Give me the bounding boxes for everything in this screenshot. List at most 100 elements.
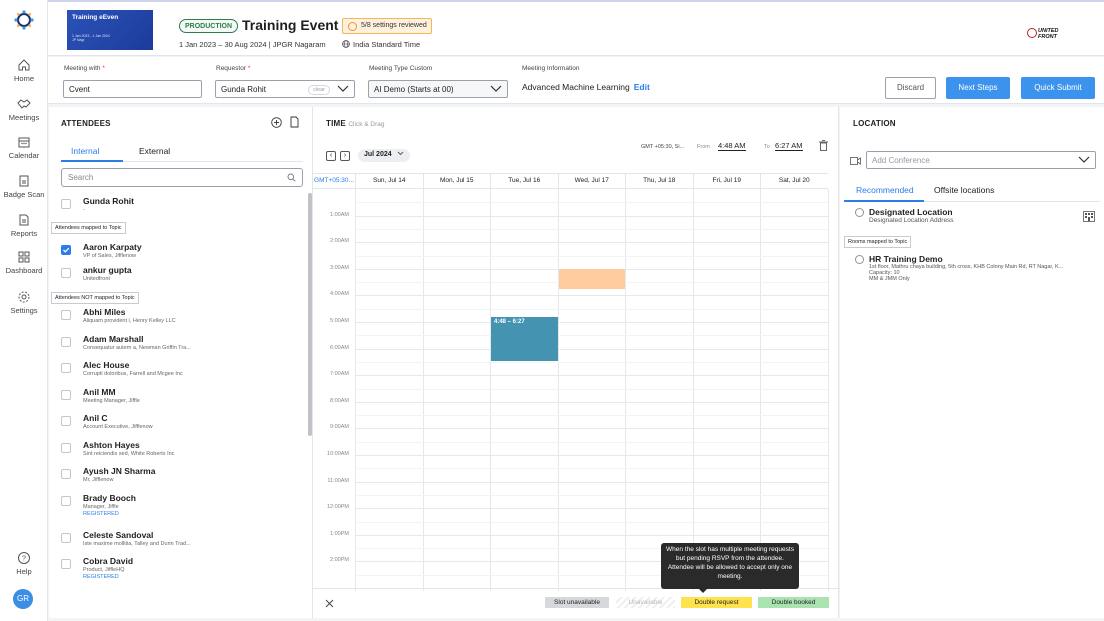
attendee-search-placeholder: Search: [68, 173, 94, 182]
location-item-hr-training[interactable]: HR Training Demo 1st floor, Mathru chaya…: [869, 254, 1097, 282]
add-attendee-icon[interactable]: [271, 117, 282, 128]
meeting-with-field[interactable]: Cvent: [63, 80, 202, 98]
attendee-subtitle: -: [83, 207, 85, 213]
trash-icon[interactable]: [819, 140, 828, 151]
attendee-item[interactable]: Alec House Corrupti doloribus, Farrell an…: [83, 360, 183, 377]
attendee-checkbox[interactable]: [61, 337, 71, 347]
attendee-checkbox[interactable]: [61, 559, 71, 569]
attendee-item[interactable]: Ashton Hayes Sint reiciendis sed, White R…: [83, 440, 174, 457]
attendee-search-input[interactable]: Search: [61, 168, 303, 187]
event-timezone: India Standard Time: [342, 40, 420, 49]
tab-internal[interactable]: Internal: [71, 146, 99, 156]
attendee-subtitle: Unitedfront: [83, 276, 110, 282]
attendee-item[interactable]: Anil MM Meeting Manager, Jiffle: [83, 387, 140, 404]
attendees-mapped-tag: Attendees mapped to Topic: [51, 222, 126, 234]
nav-settings[interactable]: Settings: [0, 290, 48, 315]
nav-calendar[interactable]: Calendar: [0, 135, 48, 160]
nav-reports[interactable]: Reports: [0, 213, 48, 238]
nav-home[interactable]: Home: [0, 58, 48, 83]
attendee-item[interactable]: Cobra David Product, JiffleHQ REGISTERED: [83, 556, 133, 580]
next-steps-button[interactable]: Next Steps: [946, 77, 1010, 99]
nav-dashboard[interactable]: Dashboard: [0, 250, 48, 275]
hour-line: [355, 242, 828, 244]
hour-line: [355, 508, 828, 510]
location-radio-hr-training[interactable]: [855, 255, 864, 264]
attendee-checkbox[interactable]: [61, 469, 71, 479]
chevron-down-icon: [397, 151, 403, 156]
attendee-item[interactable]: Ayush JN Sharma Mr, Jifflenow: [83, 466, 155, 483]
hour-label: 11:00AM: [327, 477, 349, 484]
hour-label: 1:00AM: [330, 211, 349, 218]
attendee-name: Brady Booch: [83, 493, 136, 503]
next-week-button[interactable]: ›: [340, 151, 350, 161]
day-column-divider: [557, 189, 559, 591]
day-header: Mon, Jul 15: [422, 173, 490, 189]
attendee-checkbox[interactable]: [61, 390, 71, 400]
from-time-input[interactable]: 4:48 AM: [718, 141, 746, 151]
discard-button[interactable]: Discard: [885, 77, 936, 99]
tab-external[interactable]: External: [139, 146, 170, 156]
chevron-down-icon: [490, 85, 502, 92]
nav-meetings[interactable]: Meetings: [0, 97, 48, 122]
from-label: From: [697, 144, 710, 150]
attendee-checkbox[interactable]: [61, 533, 71, 543]
attendee-name: Alec House: [83, 360, 130, 370]
avatar[interactable]: GR: [13, 589, 33, 609]
attendee-item[interactable]: ankur gupta Unitedfront: [83, 265, 132, 282]
nav-help[interactable]: ? Help: [0, 551, 48, 576]
close-icon[interactable]: [325, 599, 334, 608]
attendee-checkbox[interactable]: [61, 496, 71, 506]
requestor-label: Requestor *: [216, 65, 251, 72]
prev-week-button[interactable]: ‹: [326, 151, 336, 161]
hour-line: [355, 455, 828, 456]
attendee-name: Abhi Miles: [83, 307, 126, 317]
location-item-designated[interactable]: Designated Location Designated Location …: [869, 207, 954, 224]
attendee-item[interactable]: Anil C Account Executive, Jifflenow: [83, 413, 153, 430]
nav-badge-scan[interactable]: Badge Scan: [0, 174, 48, 199]
location-tab-indicator: [844, 200, 924, 202]
tab-recommended[interactable]: Recommended: [856, 185, 914, 195]
attendee-checkbox[interactable]: [61, 310, 71, 320]
edit-meeting-info-link[interactable]: Edit: [634, 82, 650, 92]
document-icon[interactable]: [290, 116, 299, 128]
meeting-type-select[interactable]: AI Demo (Starts at 00): [368, 80, 508, 98]
attendee-checkbox[interactable]: [61, 416, 71, 426]
handshake-icon: [17, 99, 31, 109]
hour-line: [355, 375, 828, 377]
gear-icon: [18, 291, 30, 303]
legend-unavailable: Unavailable: [616, 597, 675, 608]
clear-requestor-button[interactable]: clear: [308, 85, 330, 95]
settings-review-text: 5/8 settings reviewed: [361, 22, 427, 29]
attendee-item[interactable]: Aaron Karpaty VP of Sales, Jifflenow: [83, 242, 142, 259]
home-icon: [18, 59, 30, 71]
add-conference-select[interactable]: Add Conference: [866, 151, 1096, 169]
hour-label: 7:00AM: [330, 371, 349, 378]
attendee-name: Anil C: [83, 413, 108, 423]
attendee-checkbox[interactable]: [61, 245, 71, 255]
settings-review-badge[interactable]: 5/8 settings reviewed: [342, 18, 432, 34]
tab-offsite-locations[interactable]: Offsite locations: [934, 185, 994, 195]
requestor-select[interactable]: Gunda Rohit clear: [215, 80, 355, 98]
attendee-item[interactable]: Gunda Rohit -: [83, 196, 134, 213]
location-panel: LOCATION Add Conference Recommended Offs…: [840, 107, 1104, 618]
month-selector[interactable]: Jul 2024: [358, 149, 410, 162]
half-hour-line: [355, 335, 828, 337]
quick-submit-button[interactable]: Quick Submit: [1021, 77, 1095, 99]
to-time-input[interactable]: 6:27 AM: [775, 141, 803, 151]
attendee-checkbox[interactable]: [61, 268, 71, 278]
attendee-item[interactable]: Celeste Sandoval Iste maxime mollitia, Ta…: [83, 530, 191, 547]
attendee-item[interactable]: Brady Booch Manager, Jiffle REGISTERED: [83, 493, 136, 517]
app-logo-icon[interactable]: [14, 10, 34, 30]
building-icon[interactable]: [1083, 211, 1095, 222]
help-icon: ?: [18, 552, 30, 564]
blocked-slot[interactable]: [558, 268, 625, 289]
day-column-divider: [827, 189, 829, 591]
attendee-checkbox[interactable]: [61, 199, 71, 209]
attendee-item[interactable]: Adam Marshall Consequatur autem a, Newman…: [83, 334, 191, 351]
selected-time-slot[interactable]: 4:48 – 6:27: [491, 316, 558, 361]
location-title: LOCATION: [853, 119, 896, 128]
attendee-checkbox[interactable]: [61, 443, 71, 453]
location-radio-designated[interactable]: [855, 208, 864, 217]
attendee-checkbox[interactable]: [61, 363, 71, 373]
attendee-item[interactable]: Abhi Miles Aliquam provident i, Henry Kel…: [83, 307, 176, 324]
